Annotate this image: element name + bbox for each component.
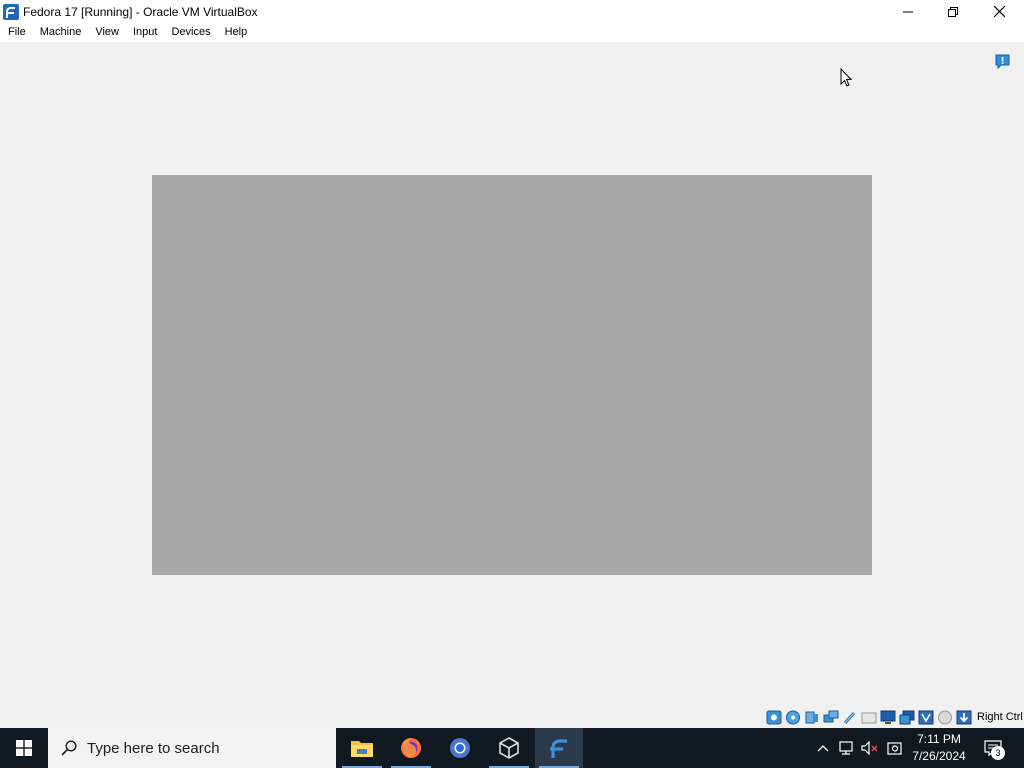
title-bar[interactable]: Fedora 17 [Running] - Oracle VM VirtualB… [0,0,1024,23]
clock-time: 7:11 PM [917,732,961,746]
virtualbox-tray-icon [887,741,902,755]
virtualbox-desktop: Fedora 17 [Running] - Oracle VM VirtualB… [0,0,1024,768]
virtualbox-icon [499,737,519,759]
firefox-icon [401,738,421,758]
windows-taskbar: Type here to search 7:11 PM 7/26/2024 3 [0,728,1024,768]
tray-overflow-button[interactable] [814,728,832,768]
host-key-label: Right Ctrl [977,711,1023,723]
mouse-integration-icon[interactable] [937,710,953,725]
taskbar-search-box[interactable]: Type here to search [48,728,336,768]
taskbar-file-explorer[interactable] [338,728,386,768]
taskbar-firefox[interactable] [387,728,435,768]
fedora-vm-icon [550,739,567,758]
vm-display-area[interactable] [0,42,1024,706]
vm-status-bar: Right Ctrl [0,706,1024,728]
menu-input[interactable]: Input [126,23,164,42]
menu-view[interactable]: View [88,23,126,42]
speaker-muted-icon [861,741,878,755]
minimize-icon [903,11,913,12]
menu-machine[interactable]: Machine [33,23,89,42]
fedora-logo-icon [3,3,19,20]
clock-date: 7/26/2024 [912,749,966,763]
optical-drive-icon[interactable] [785,710,801,725]
mouse-pointer-icon [840,68,853,87]
taskbar-fedora-vm[interactable] [535,728,583,768]
start-button[interactable] [0,728,48,768]
display-icon[interactable] [880,710,896,725]
hard-disk-icon[interactable] [766,710,782,725]
restore-icon [948,6,958,17]
chevron-up-icon [817,745,829,752]
tray-virtualbox-status[interactable] [884,728,906,768]
close-button[interactable] [976,0,1022,23]
taskbar-clock[interactable]: 7:11 PM 7/26/2024 [908,731,970,765]
file-explorer-icon [351,741,373,757]
taskbar-virtualbox[interactable] [485,728,533,768]
menu-bar: File Machine View Input Devices Help [0,23,1024,42]
network-icon [839,740,853,755]
host-key-arrow-icon[interactable] [956,710,972,725]
shared-folders-icon[interactable] [861,710,877,725]
windows-logo-icon [16,740,32,756]
search-icon [61,740,77,756]
audio-icon[interactable] [804,710,820,725]
tray-network[interactable] [837,728,857,768]
menu-help[interactable]: Help [218,23,255,42]
tray-volume[interactable] [860,728,880,768]
menu-file[interactable]: File [1,23,33,42]
virtualization-icon[interactable] [918,710,934,725]
menu-devices[interactable]: Devices [164,23,217,42]
video-capture-icon[interactable] [899,710,915,725]
usb-icon[interactable] [842,710,858,725]
search-placeholder: Type here to search [87,739,220,757]
chrome-icon [450,738,470,758]
status-icons-group [766,710,972,725]
restore-button[interactable] [930,0,976,23]
network-icon[interactable] [823,710,839,725]
notification-count-badge: 3 [991,746,1005,760]
window-title: Fedora 17 [Running] - Oracle VM VirtualB… [23,4,258,19]
close-icon [993,6,1005,17]
minimize-button[interactable] [885,0,931,23]
info-balloon-icon[interactable] [994,53,1011,70]
vm-guest-screen[interactable] [152,175,872,575]
taskbar-chrome[interactable] [436,728,484,768]
